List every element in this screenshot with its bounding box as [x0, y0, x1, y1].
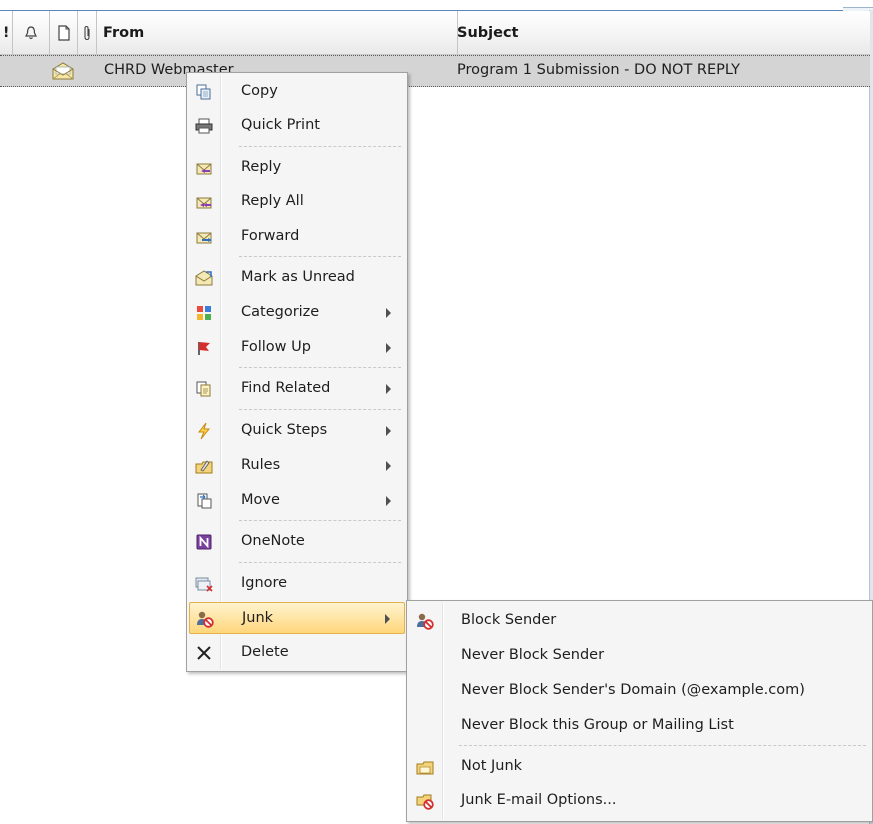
menu-item-reply[interactable]: Reply	[189, 152, 405, 184]
block-sender-icon	[417, 613, 434, 630]
menu-item-quick-steps[interactable]: Quick Steps	[189, 415, 405, 447]
not-junk-icon	[416, 761, 434, 775]
categorize-icon	[197, 306, 211, 320]
submenu-arrow-icon	[386, 461, 391, 471]
menu-separator	[239, 562, 401, 564]
menu-item-label: Rules	[241, 457, 281, 473]
submenu-arrow-icon	[386, 343, 391, 353]
context-menu: Copy Quick Print Reply Reply All Forward…	[186, 72, 408, 672]
printer-icon	[195, 118, 213, 134]
menu-separator	[239, 256, 401, 258]
message-subject: Program 1 Submission - DO NOT REPLY	[457, 62, 740, 78]
submenu-arrow-icon	[386, 308, 391, 318]
reply-all-icon	[196, 197, 212, 209]
column-from[interactable]: From	[97, 11, 458, 54]
menu-item-label: Never Block Sender	[461, 647, 605, 663]
menu-item-reply-all[interactable]: Reply All	[189, 186, 405, 218]
column-from-label: From	[103, 24, 145, 41]
menu-item-label: Quick Print	[241, 117, 320, 133]
column-subject-label: Subject	[457, 24, 519, 41]
menu-item-label: Move	[241, 492, 280, 508]
column-reminder[interactable]	[13, 11, 50, 54]
submenu-arrow-icon	[386, 426, 391, 436]
menu-item-label: Never Block Sender's Domain (@example.co…	[461, 682, 805, 698]
submenu-arrow-icon	[386, 496, 391, 506]
menu-item-junk[interactable]: Junk	[189, 602, 405, 634]
menu-item-copy[interactable]: Copy	[189, 76, 405, 108]
menu-item-label: OneNote	[241, 533, 305, 549]
menu-separator	[239, 367, 401, 369]
column-importance[interactable]: !	[0, 11, 13, 54]
column-attachment[interactable]	[78, 11, 97, 54]
menu-item-label: Forward	[241, 228, 300, 244]
menu-item-label: Block Sender	[461, 612, 557, 628]
submenu-arrow-icon	[386, 384, 391, 394]
menu-item-label: Mark as Unread	[241, 269, 355, 285]
menu-item-junk-email-options[interactable]: Junk E-mail Options...	[409, 785, 870, 817]
menu-item-label: Not Junk	[461, 758, 523, 774]
menu-separator	[459, 745, 866, 747]
menu-item-forward[interactable]: Forward	[189, 221, 405, 253]
menu-separator	[239, 520, 401, 522]
lightning-icon	[197, 422, 211, 440]
column-subject[interactable]: Subject	[451, 11, 873, 54]
column-type[interactable]	[50, 11, 78, 54]
copy-icon	[196, 84, 211, 100]
move-icon	[197, 493, 212, 509]
menu-item-rules[interactable]: Rules	[189, 450, 405, 482]
menu-item-label: Follow Up	[241, 339, 311, 355]
menu-item-label: Junk	[242, 610, 274, 626]
message-row-selected[interactable]: CHRD Webmaster Program 1 Submission - DO…	[0, 55, 870, 87]
menu-item-label: Quick Steps	[241, 422, 328, 438]
junk-options-icon	[416, 794, 434, 810]
menu-item-categorize[interactable]: Categorize	[189, 297, 405, 329]
menu-separator	[239, 146, 401, 148]
menu-item-label: Reply	[241, 159, 282, 175]
menu-item-follow-up[interactable]: Follow Up	[189, 332, 405, 364]
menu-item-label: Find Related	[241, 380, 331, 396]
reply-icon	[196, 163, 212, 175]
menu-item-delete[interactable]: Delete	[189, 637, 405, 669]
menu-item-label: Reply All	[241, 193, 304, 209]
mark-unread-icon	[195, 270, 213, 286]
menu-item-mark-as-unread[interactable]: Mark as Unread	[189, 262, 405, 294]
menu-item-ignore[interactable]: Ignore	[189, 568, 405, 600]
window-top-border	[0, 0, 873, 11]
menu-item-onenote[interactable]: OneNote	[189, 526, 405, 558]
open-envelope-icon	[52, 62, 74, 80]
forward-icon	[196, 232, 212, 244]
menu-item-quick-print[interactable]: Quick Print	[189, 110, 405, 142]
menu-item-never-block-domain[interactable]: Never Block Sender's Domain (@example.co…	[409, 675, 870, 707]
menu-item-label: Copy	[241, 83, 278, 99]
menu-item-block-sender[interactable]: Block Sender	[409, 605, 870, 637]
bell-icon	[25, 25, 37, 39]
menu-item-label: Junk E-mail Options...	[461, 792, 617, 808]
submenu-arrow-icon	[385, 614, 390, 624]
paperclip-icon	[84, 25, 90, 40]
menu-item-label: Delete	[241, 644, 289, 660]
find-related-icon	[196, 381, 211, 397]
menu-item-label: Categorize	[241, 304, 320, 320]
junk-submenu: Block Sender Never Block Sender Never Bl…	[406, 600, 873, 822]
importance-icon: !	[3, 24, 10, 41]
menu-separator	[239, 409, 401, 411]
flag-icon	[198, 342, 210, 355]
menu-item-not-junk[interactable]: Not Junk	[409, 751, 870, 783]
menu-item-label: Ignore	[241, 575, 288, 591]
menu-item-never-block-group[interactable]: Never Block this Group or Mailing List	[409, 710, 870, 742]
menu-item-never-block-sender[interactable]: Never Block Sender	[409, 640, 870, 672]
column-header: ! From Subject	[0, 11, 870, 55]
ignore-icon	[195, 577, 213, 592]
onenote-icon	[196, 534, 212, 550]
menu-item-find-related[interactable]: Find Related	[189, 373, 405, 405]
delete-x-icon	[197, 646, 211, 660]
junk-icon	[197, 611, 214, 628]
document-icon	[57, 24, 70, 41]
menu-item-move[interactable]: Move	[189, 485, 405, 517]
menu-item-label: Never Block this Group or Mailing List	[461, 717, 734, 733]
rules-icon	[195, 460, 213, 474]
